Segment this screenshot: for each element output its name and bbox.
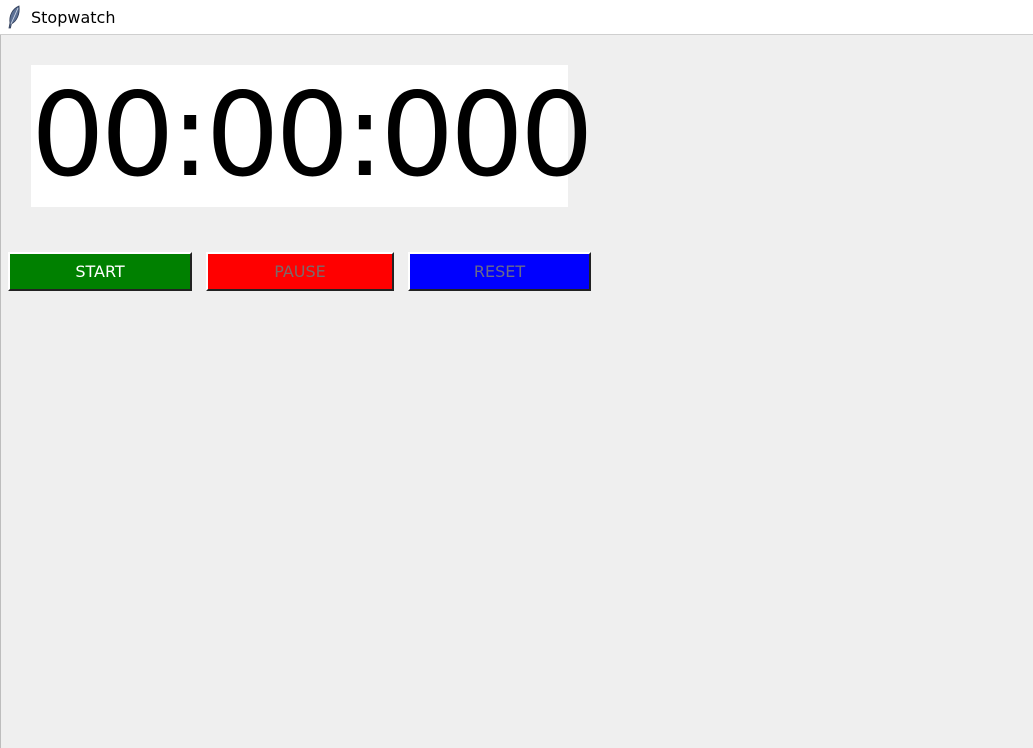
pause-button[interactable]: PAUSE bbox=[206, 252, 394, 291]
time-display: 00:00:000 bbox=[31, 65, 594, 207]
reset-button[interactable]: RESET bbox=[408, 252, 591, 291]
title-bar[interactable]: Stopwatch bbox=[0, 0, 1033, 35]
stopwatch-window: Stopwatch 00:00:000 START PAUSE RESET bbox=[0, 0, 1033, 748]
start-button[interactable]: START bbox=[8, 252, 192, 291]
feather-icon bbox=[6, 5, 22, 29]
window-title: Stopwatch bbox=[31, 8, 116, 27]
client-area: 00:00:000 START PAUSE RESET bbox=[0, 35, 1033, 748]
time-readout: 00:00:000 bbox=[31, 68, 594, 203]
